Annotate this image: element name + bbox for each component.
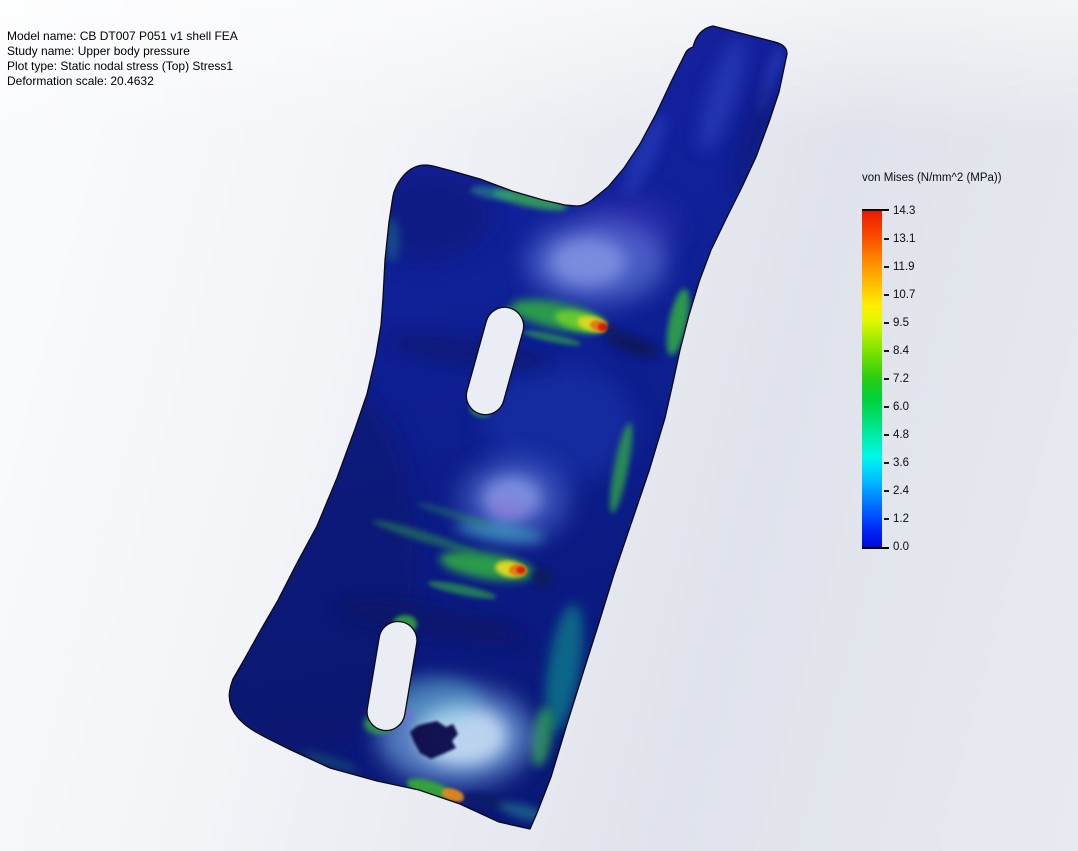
legend-tick-label: 1.2 xyxy=(893,513,909,525)
legend-tick-label: 2.4 xyxy=(893,485,909,497)
annotation-line: Deformation scale: 20.4632 xyxy=(7,74,238,89)
legend-tick-mark xyxy=(884,350,889,352)
legend-tick-mark xyxy=(884,490,889,492)
legend-tick-mark xyxy=(884,266,889,268)
legend-tick-mark xyxy=(884,322,889,324)
legend-tick-mark xyxy=(884,378,889,380)
annotation-line: Model name: CB DT007 P051 v1 shell FEA xyxy=(7,29,238,44)
plot-annotation: Model name: CB DT007 P051 v1 shell FEASt… xyxy=(7,29,238,89)
legend-tick-mark xyxy=(884,462,889,464)
fea-part xyxy=(180,26,787,829)
legend-tick-mark xyxy=(884,406,889,408)
legend-tick-mark xyxy=(884,238,889,240)
legend-tick-mark xyxy=(884,518,889,520)
legend-tick-label: 14.3 xyxy=(893,205,915,217)
legend-tick-label: 7.2 xyxy=(893,373,909,385)
legend-tick-label: 13.1 xyxy=(893,233,915,245)
legend-tick-mark xyxy=(884,434,889,436)
legend-tick-label: 3.6 xyxy=(893,457,909,469)
solidworks-graphics-viewport[interactable]: Model name: CB DT007 P051 v1 shell FEASt… xyxy=(0,0,1078,851)
legend-cap-bottom xyxy=(862,547,889,549)
legend-tick-label: 4.8 xyxy=(893,429,909,441)
legend-tick-label: 11.9 xyxy=(893,261,915,273)
legend-tick-label: 6.0 xyxy=(893,401,909,413)
legend-tick-label: 8.4 xyxy=(893,345,909,357)
legend-tick-mark xyxy=(884,294,889,296)
legend-tick-label: 9.5 xyxy=(893,317,909,329)
annotation-line: Study name: Upper body pressure xyxy=(7,44,238,59)
legend-tick-label: 0.0 xyxy=(893,541,909,553)
legend-ticks: 14.313.111.910.79.58.47.26.04.83.62.41.2… xyxy=(862,211,1002,547)
legend-tick-label: 10.7 xyxy=(893,289,915,301)
legend-title: von Mises (N/mm^2 (MPa)) xyxy=(862,172,1002,184)
stress-legend[interactable]: von Mises (N/mm^2 (MPa)) 14.3 13.1 11.9 10.… xyxy=(862,172,1002,582)
annotation-line: Plot type: Static nodal stress (Top) Str… xyxy=(7,59,238,74)
